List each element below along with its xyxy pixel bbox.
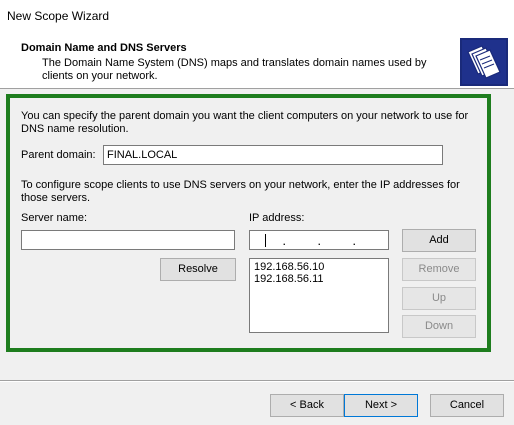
server-name-label: Server name:: [21, 212, 88, 224]
ip-dot-separator: .: [283, 237, 286, 247]
ip-address-input[interactable]: . . .: [249, 230, 389, 250]
add-button[interactable]: Add: [402, 229, 476, 252]
ip-dot-separator: .: [318, 237, 321, 247]
next-button[interactable]: Next >: [344, 394, 418, 417]
back-button[interactable]: < Back: [270, 394, 344, 417]
cancel-button[interactable]: Cancel: [430, 394, 504, 417]
page-subtitle: The Domain Name System (DNS) maps and tr…: [42, 57, 427, 82]
domain-intro-text: You can specify the parent domain you wa…: [21, 110, 469, 135]
dns-server-list[interactable]: 192.168.56.10 192.168.56.11: [249, 258, 389, 333]
remove-button[interactable]: Remove: [402, 258, 476, 281]
server-name-input[interactable]: [21, 230, 235, 250]
ip-address-label: IP address:: [249, 212, 305, 224]
footer-separator: [0, 380, 514, 382]
wizard-header: Domain Name and DNS Servers The Domain N…: [0, 34, 514, 89]
window-title: New Scope Wizard: [7, 9, 110, 23]
page-title: Domain Name and DNS Servers: [21, 42, 187, 54]
list-item[interactable]: 192.168.56.10: [254, 261, 384, 273]
ip-dot-separator: .: [353, 237, 356, 247]
dns-intro-text: To configure scope clients to use DNS se…: [21, 179, 460, 204]
parent-domain-label: Parent domain:: [21, 149, 96, 161]
list-item[interactable]: 192.168.56.11: [254, 273, 384, 285]
down-button[interactable]: Down: [402, 315, 476, 338]
resolve-button[interactable]: Resolve: [160, 258, 236, 281]
up-button[interactable]: Up: [402, 287, 476, 310]
title-bar: New Scope Wizard: [0, 0, 514, 34]
text-caret: [265, 234, 266, 247]
wizard-folders-icon: [460, 38, 508, 86]
parent-domain-input[interactable]: FINAL.LOCAL: [103, 145, 443, 165]
